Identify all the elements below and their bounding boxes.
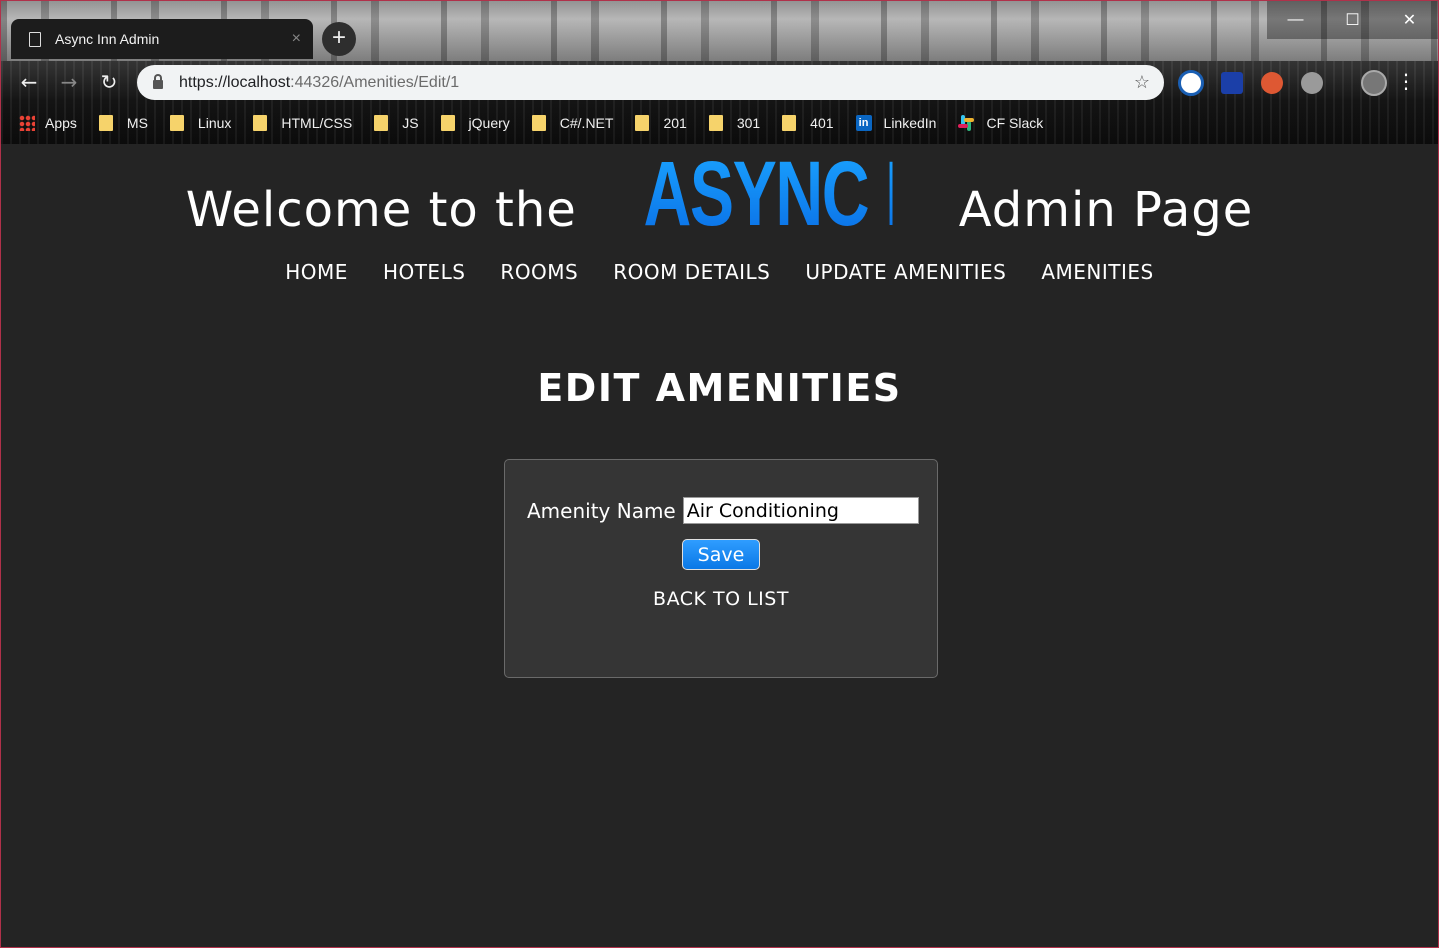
apps-grid-icon (19, 115, 35, 131)
bookmark-label: MS (126, 115, 148, 131)
amenity-name-label: Amenity Name (527, 498, 676, 523)
browser-toolbar: ← → ↻ https://localhost :44326/Amenities… (1, 61, 1438, 103)
main-nav: HOME HOTELS ROOMS ROOM DETAILS UPDATE AM… (1, 260, 1438, 284)
folder-icon (98, 115, 113, 131)
duckduckgo-extension-icon[interactable] (1261, 72, 1283, 94)
folder-icon (440, 115, 455, 131)
page-content: Welcome to the ASYNC INN Admin Page HOME… (1, 144, 1438, 948)
nav-room-details[interactable]: ROOM DETAILS (613, 260, 770, 284)
new-tab-button[interactable]: + (322, 22, 356, 56)
bookmark-folder-linux[interactable]: Linux (169, 115, 232, 131)
bookmark-linkedin[interactable]: in LinkedIn (855, 115, 937, 131)
bookmark-folder-301[interactable]: 301 (708, 115, 761, 131)
welcome-prefix: Welcome to the (185, 182, 577, 238)
page-title: EDIT AMENITIES (537, 366, 902, 410)
extension-icon[interactable] (1301, 72, 1323, 94)
nav-rooms[interactable]: ROOMS (500, 260, 578, 284)
site-header: Welcome to the ASYNC INN Admin Page (1, 148, 1438, 240)
bookmark-label: 201 (663, 115, 687, 131)
bookmark-cf-slack[interactable]: CF Slack (958, 115, 1043, 131)
brand-logo: ASYNC INN (643, 143, 996, 245)
nav-home[interactable]: HOME (285, 260, 348, 284)
folder-icon (531, 115, 546, 131)
minimize-button[interactable]: — (1267, 1, 1324, 39)
nav-hotels[interactable]: HOTELS (383, 260, 465, 284)
bookmark-folder-201[interactable]: 201 (635, 115, 687, 131)
bookmark-star-icon[interactable]: ☆ (1134, 72, 1150, 93)
bookmark-apps[interactable]: Apps (19, 115, 77, 131)
slack-icon (958, 115, 975, 131)
nav-update-amenities[interactable]: UPDATE AMENITIES (805, 260, 1006, 284)
nav-amenities[interactable]: AMENITIES (1041, 260, 1153, 284)
reload-button[interactable]: ↻ (89, 70, 129, 94)
tab-title: Async Inn Admin (55, 31, 160, 47)
browser-menu-icon[interactable]: ⋮ (1396, 69, 1416, 93)
amenity-name-row: Amenity Name (527, 497, 919, 524)
bookmark-label: jQuery (468, 115, 510, 131)
save-button[interactable]: Save (682, 539, 760, 570)
browser-chrome: Async Inn Admin × + — ☐ ✕ ← → ↻ https://… (1, 1, 1438, 144)
profile-avatar-icon[interactable] (1361, 70, 1387, 96)
back-button[interactable]: ← (9, 70, 49, 94)
bookmark-label: Apps (45, 115, 77, 131)
url-path: :44326/Amenities/Edit/1 (290, 73, 460, 91)
folder-icon (169, 115, 184, 131)
bookmark-folder-jquery[interactable]: jQuery (440, 115, 510, 131)
lock-icon (153, 74, 163, 89)
page-icon (29, 31, 41, 47)
bookmark-label: LinkedIn (883, 115, 937, 131)
folder-icon (374, 115, 389, 131)
folder-icon (782, 115, 797, 131)
bookmark-label: C#/.NET (559, 115, 614, 131)
browser-tab[interactable]: Async Inn Admin × (11, 19, 313, 59)
back-to-list-link[interactable]: BACK TO LIST (505, 588, 937, 610)
forward-button[interactable]: → (49, 70, 89, 94)
bookmark-label: 301 (736, 115, 761, 131)
bookmark-label: CF Slack (986, 115, 1044, 131)
close-window-button[interactable]: ✕ (1381, 1, 1438, 39)
address-bar[interactable]: https://localhost :44326/Amenities/Edit/… (137, 65, 1164, 100)
amenity-name-input[interactable] (682, 497, 919, 524)
bookmark-label: JS (402, 115, 419, 131)
folder-icon (635, 115, 650, 131)
linkedin-icon: in (855, 115, 872, 131)
welcome-suffix: Admin Page (958, 182, 1254, 238)
ublock-extension-icon[interactable] (1221, 72, 1243, 94)
window-controls: — ☐ ✕ (1267, 1, 1438, 39)
url-host: https://localhost (179, 73, 291, 91)
folder-icon (708, 115, 723, 131)
bookmark-label: HTML/CSS (281, 115, 353, 131)
bookmark-label: 401 (810, 115, 834, 131)
folder-icon (253, 115, 268, 131)
bookmark-folder-401[interactable]: 401 (782, 115, 834, 131)
search-extension-icon[interactable] (1178, 70, 1204, 96)
bookmarks-bar: Apps MS Linux HTML/CSS JS jQuery C#/.NET (1, 107, 1276, 139)
bookmark-label: Linux (197, 115, 232, 131)
bookmark-folder-html-css[interactable]: HTML/CSS (253, 115, 352, 131)
tab-close-icon[interactable]: × (292, 30, 301, 48)
bookmark-folder-js[interactable]: JS (374, 115, 419, 131)
edit-amenity-form: Amenity Name Save BACK TO LIST (504, 459, 938, 678)
maximize-button[interactable]: ☐ (1324, 1, 1381, 39)
bookmark-folder-ms[interactable]: MS (98, 115, 148, 131)
bookmark-folder-csharp[interactable]: C#/.NET (531, 115, 614, 131)
